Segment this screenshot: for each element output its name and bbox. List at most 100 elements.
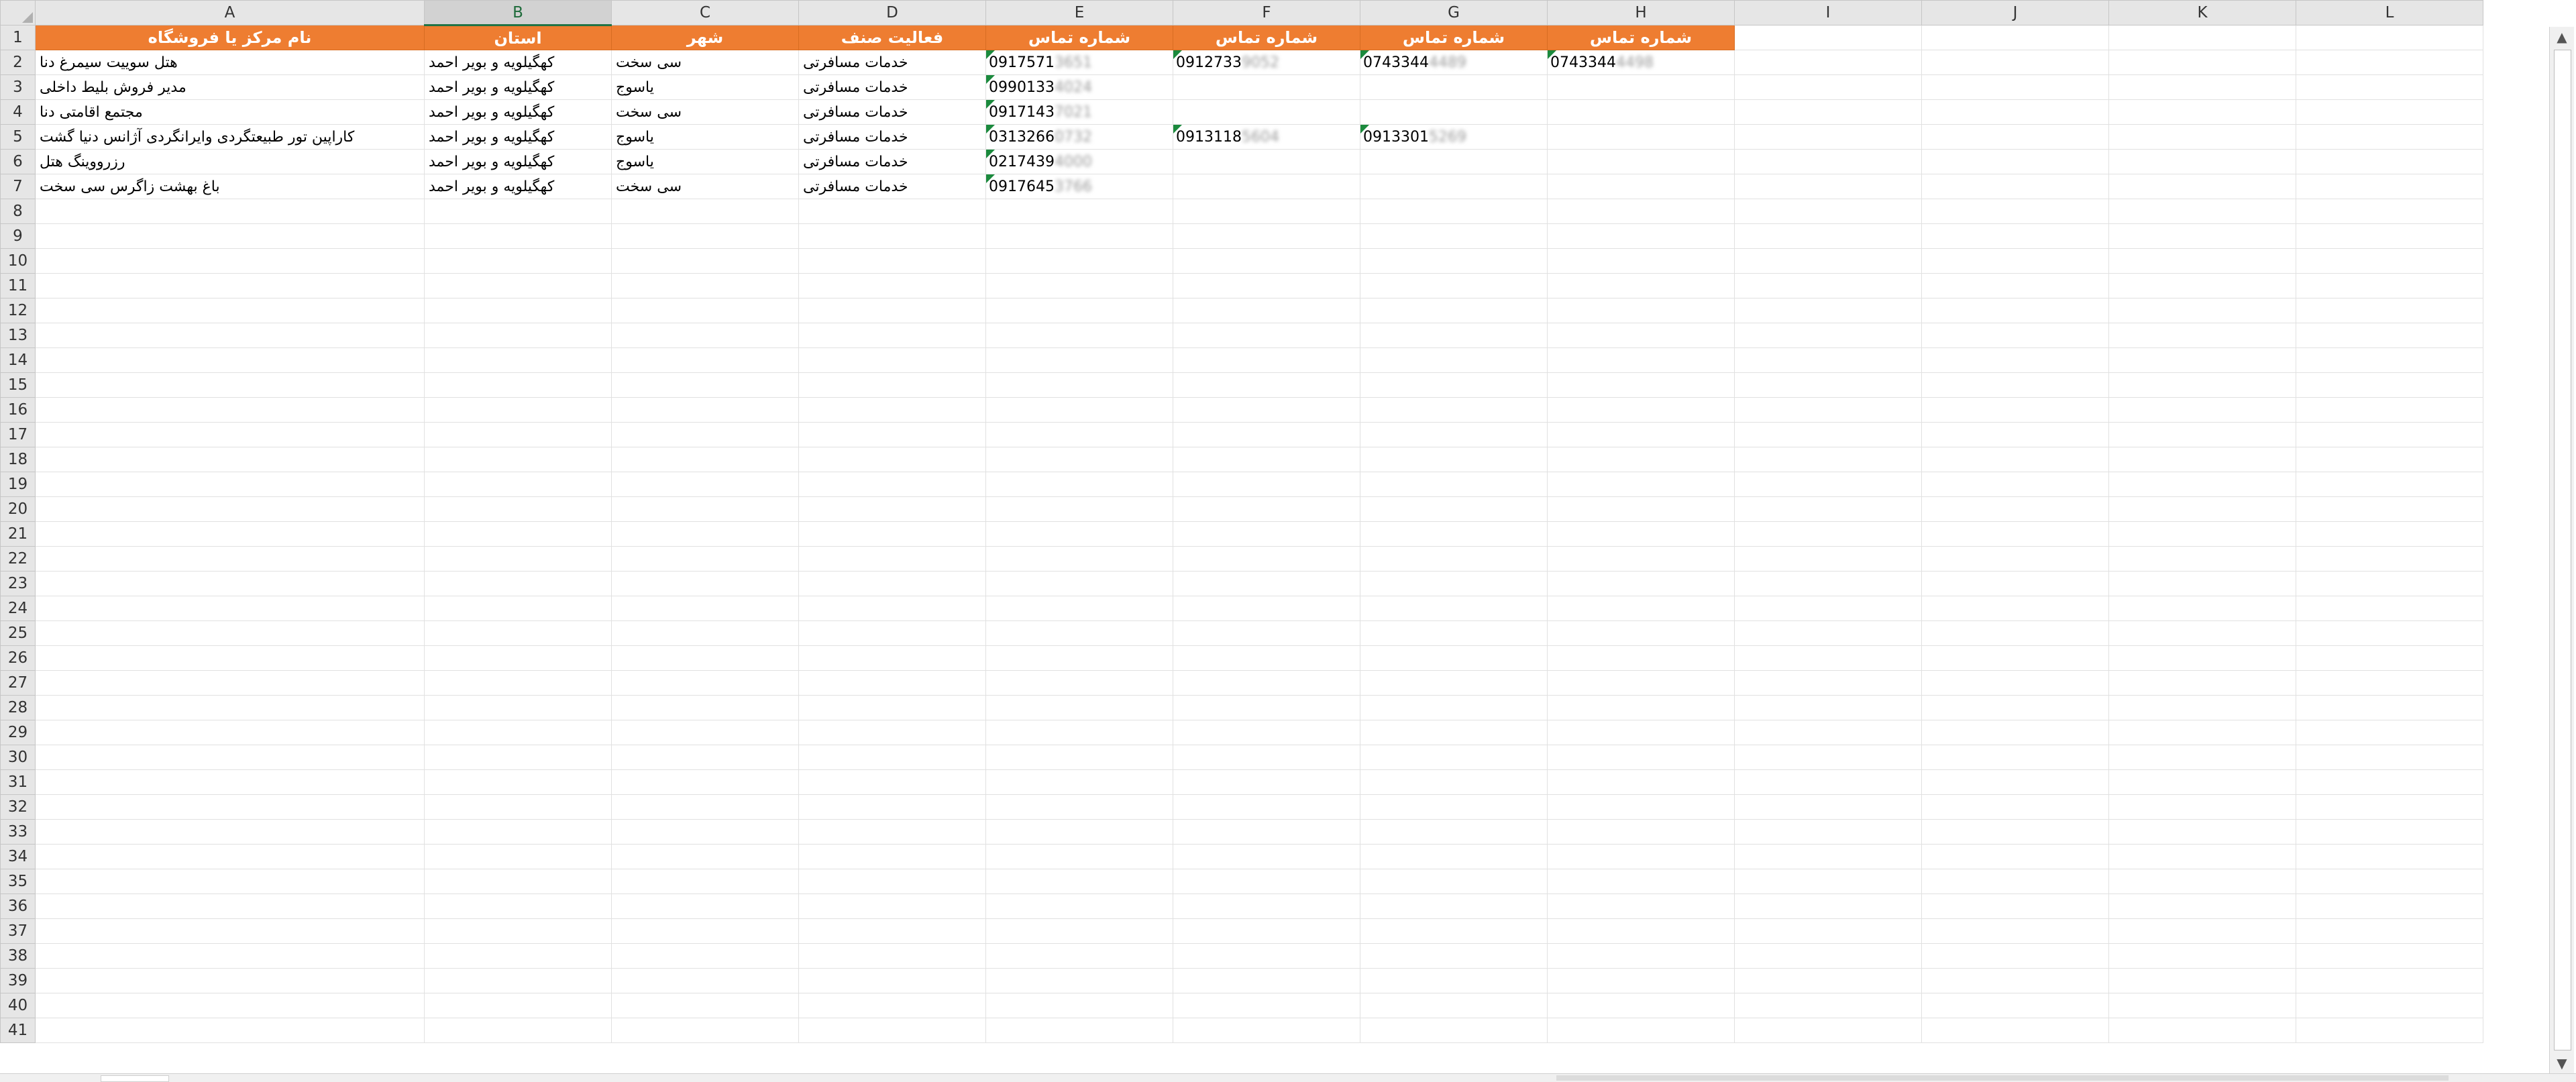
empty-cell[interactable]: [424, 273, 612, 299]
empty-cell[interactable]: [2296, 25, 2483, 50]
empty-cell[interactable]: [2108, 645, 2296, 671]
row-header[interactable]: 27: [0, 670, 36, 696]
row-header[interactable]: 39: [0, 968, 36, 993]
empty-cell[interactable]: [611, 521, 799, 547]
empty-cell[interactable]: [611, 248, 799, 274]
empty-cell[interactable]: [2108, 74, 2296, 100]
empty-cell[interactable]: [1547, 943, 1735, 969]
empty-cell[interactable]: [1921, 397, 2109, 423]
row-header[interactable]: 19: [0, 472, 36, 497]
empty-cell[interactable]: [1921, 819, 2109, 845]
empty-cell[interactable]: [1921, 794, 2109, 820]
empty-cell[interactable]: [1360, 720, 1548, 745]
empty-cell[interactable]: [798, 794, 986, 820]
empty-cell[interactable]: [2108, 422, 2296, 447]
empty-cell[interactable]: [1360, 546, 1548, 572]
empty-cell[interactable]: [1173, 894, 1360, 919]
row-header[interactable]: 26: [0, 645, 36, 671]
cell-phone[interactable]: 09127339052: [1173, 50, 1360, 75]
empty-cell[interactable]: [1173, 596, 1360, 621]
empty-cell[interactable]: [1173, 794, 1360, 820]
empty-cell[interactable]: [1734, 50, 1922, 75]
empty-cell[interactable]: [1173, 769, 1360, 795]
empty-cell[interactable]: [985, 695, 1173, 720]
empty-cell[interactable]: [985, 571, 1173, 596]
row-header[interactable]: 6: [0, 149, 36, 174]
empty-cell[interactable]: [1734, 149, 1922, 174]
cell-activity[interactable]: خدمات مسافرتی: [798, 174, 986, 199]
empty-cell[interactable]: [1921, 74, 2109, 100]
empty-cell[interactable]: [1734, 422, 1922, 447]
empty-cell[interactable]: [985, 273, 1173, 299]
empty-cell[interactable]: [1173, 1018, 1360, 1043]
empty-cell[interactable]: [1921, 695, 2109, 720]
empty-cell[interactable]: [985, 720, 1173, 745]
empty-cell[interactable]: [1921, 620, 2109, 646]
empty-cell[interactable]: [35, 521, 425, 547]
empty-cell[interactable]: [1547, 248, 1735, 274]
empty-cell[interactable]: [1921, 496, 2109, 522]
empty-cell[interactable]: [1921, 943, 2109, 969]
empty-cell[interactable]: [798, 571, 986, 596]
header-cell[interactable]: فعالیت صنف: [798, 25, 986, 50]
cell-city[interactable]: سی سخت: [611, 99, 799, 125]
empty-cell[interactable]: [611, 1018, 799, 1043]
empty-cell[interactable]: [2296, 869, 2483, 894]
empty-cell[interactable]: [1360, 298, 1548, 323]
empty-cell[interactable]: [1360, 571, 1548, 596]
empty-cell[interactable]: [2296, 472, 2483, 497]
row-header[interactable]: 14: [0, 347, 36, 373]
empty-cell[interactable]: [424, 745, 612, 770]
empty-cell[interactable]: [1734, 174, 1922, 199]
empty-cell[interactable]: [35, 323, 425, 348]
empty-cell[interactable]: [2108, 670, 2296, 696]
empty-cell[interactable]: [35, 670, 425, 696]
empty-cell[interactable]: [424, 248, 612, 274]
empty-cell[interactable]: [2108, 25, 2296, 50]
empty-cell[interactable]: [798, 199, 986, 224]
empty-cell[interactable]: [1734, 720, 1922, 745]
empty-cell[interactable]: [985, 918, 1173, 944]
empty-cell[interactable]: [611, 695, 799, 720]
empty-cell[interactable]: [985, 844, 1173, 869]
cell-name[interactable]: رزرووینگ هتل: [35, 149, 425, 174]
empty-cell[interactable]: [798, 993, 986, 1018]
empty-cell[interactable]: [35, 844, 425, 869]
empty-cell[interactable]: [798, 844, 986, 869]
empty-cell[interactable]: [985, 323, 1173, 348]
cell-city[interactable]: یاسوج: [611, 74, 799, 100]
empty-cell[interactable]: [424, 298, 612, 323]
row-header[interactable]: 24: [0, 596, 36, 621]
empty-cell[interactable]: [2296, 99, 2483, 125]
empty-cell[interactable]: [1734, 372, 1922, 398]
empty-cell[interactable]: [1921, 199, 2109, 224]
empty-cell[interactable]: [611, 844, 799, 869]
empty-cell[interactable]: [1547, 397, 1735, 423]
empty-cell[interactable]: [1734, 745, 1922, 770]
empty-cell[interactable]: [798, 521, 986, 547]
empty-cell[interactable]: [1734, 894, 1922, 919]
empty-cell[interactable]: [424, 496, 612, 522]
empty-cell[interactable]: [611, 223, 799, 249]
empty-cell[interactable]: [611, 894, 799, 919]
empty-cell[interactable]: [2108, 223, 2296, 249]
empty-cell[interactable]: [985, 521, 1173, 547]
empty-cell[interactable]: [35, 1018, 425, 1043]
cell-phone[interactable]: 09131185604: [1173, 124, 1360, 150]
empty-cell[interactable]: [1921, 968, 2109, 993]
empty-cell[interactable]: [1173, 223, 1360, 249]
empty-cell[interactable]: [424, 1018, 612, 1043]
empty-cell[interactable]: [611, 422, 799, 447]
empty-cell[interactable]: [1547, 496, 1735, 522]
cell-activity[interactable]: خدمات مسافرتی: [798, 50, 986, 75]
empty-cell[interactable]: [1173, 347, 1360, 373]
empty-cell[interactable]: [1734, 993, 1922, 1018]
empty-cell[interactable]: [2108, 620, 2296, 646]
column-header-c[interactable]: C: [611, 0, 799, 25]
empty-cell[interactable]: [611, 968, 799, 993]
column-header-j[interactable]: J: [1921, 0, 2109, 25]
empty-cell[interactable]: [798, 769, 986, 795]
empty-cell[interactable]: [2108, 521, 2296, 547]
empty-cell[interactable]: [424, 546, 612, 572]
empty-cell[interactable]: [798, 670, 986, 696]
